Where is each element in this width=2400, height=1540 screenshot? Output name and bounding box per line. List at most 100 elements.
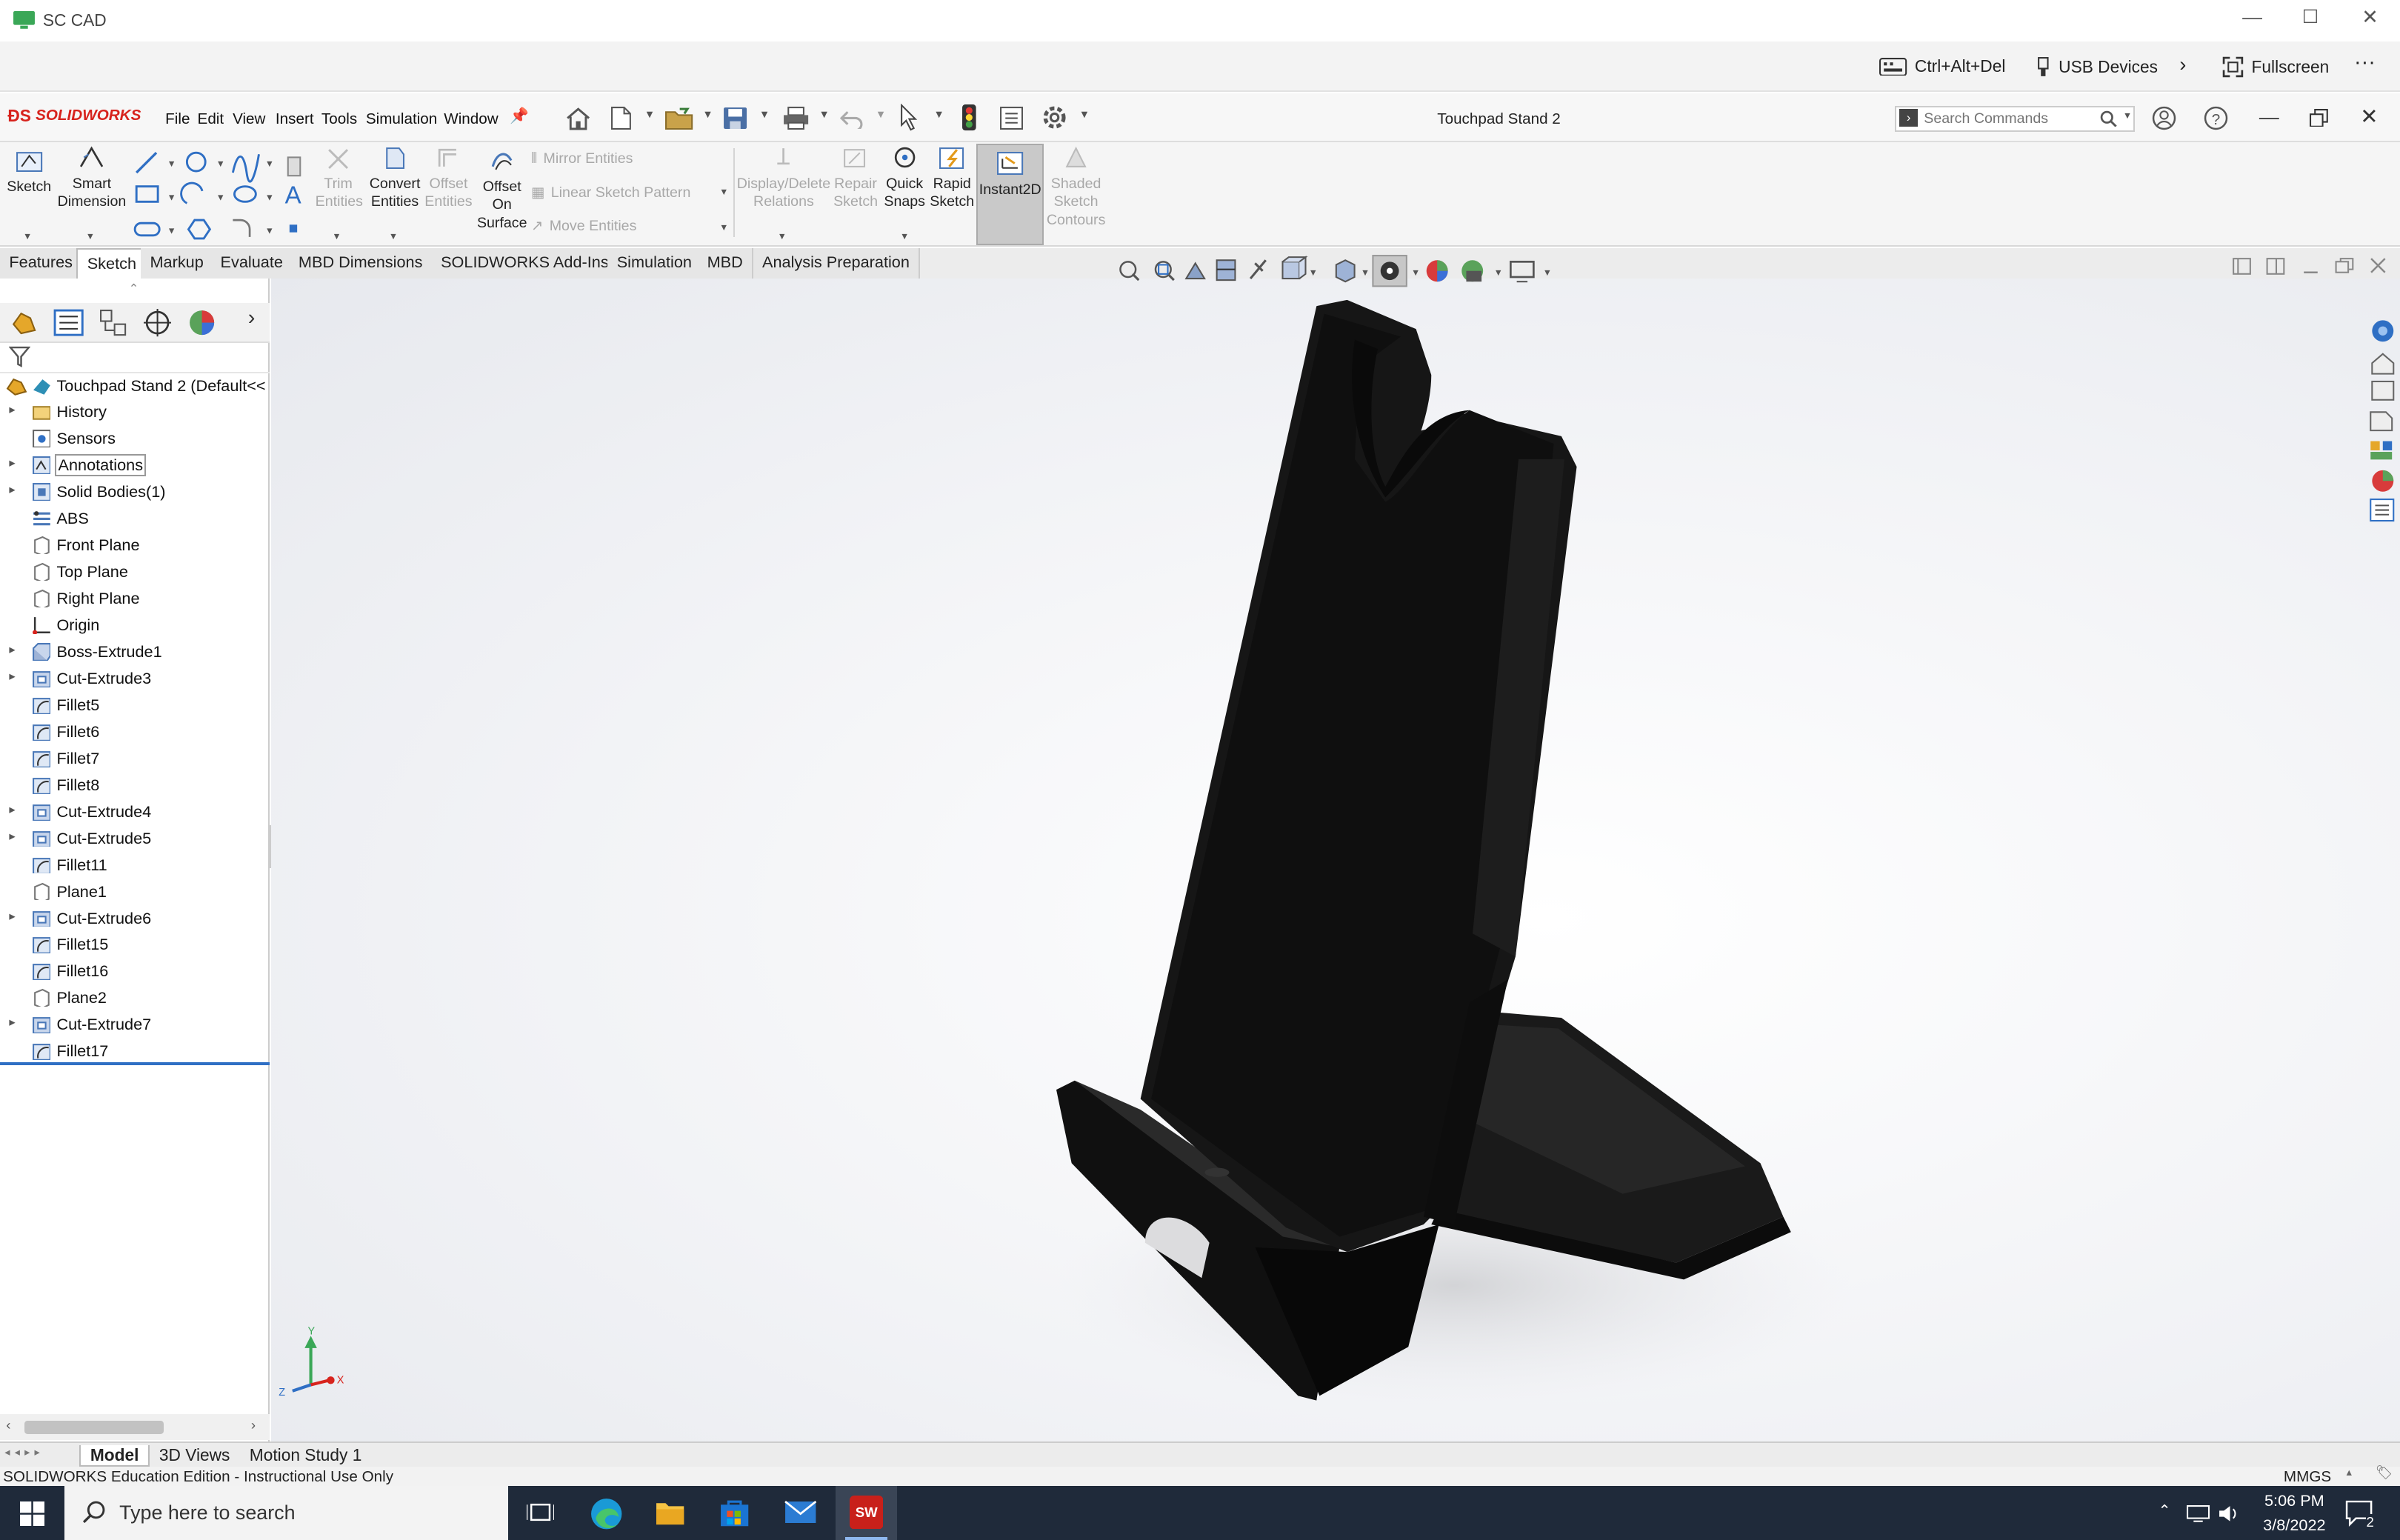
search-commands-field[interactable]: › ▼: [1895, 105, 2136, 132]
restore-window-icon[interactable]: [2310, 108, 2330, 127]
minimize-icon[interactable]: —: [2259, 106, 2279, 129]
new-document-icon[interactable]: [610, 106, 632, 130]
display-delete-relations-button[interactable]: Display/Delete Relations: [736, 145, 831, 211]
design-library-icon[interactable]: [2371, 352, 2395, 375]
user-account-icon[interactable]: [2152, 106, 2176, 130]
viewport-restore-icon[interactable]: [2335, 258, 2353, 273]
search-commands-input[interactable]: [1924, 108, 2093, 129]
mirror-entities-button[interactable]: ⫴ Mirror Entities: [531, 150, 633, 168]
view-orientation-icon[interactable]: [1281, 256, 1308, 280]
dropdown-arrow-icon[interactable]: ▼: [2123, 110, 2132, 121]
tree-item-boss-extrude1[interactable]: ▸ Boss-Extrude1: [0, 639, 270, 665]
fullscreen-button[interactable]: Fullscreen: [2222, 56, 2329, 78]
point-icon[interactable]: [289, 224, 297, 233]
solidworks-taskbar-button[interactable]: SW: [836, 1486, 897, 1540]
print-icon[interactable]: [782, 106, 810, 130]
zoom-to-fit-icon[interactable]: [1119, 261, 1140, 281]
viewport-close-icon[interactable]: [2370, 258, 2386, 273]
rollback-bar[interactable]: [0, 1062, 270, 1066]
dropdown-arrow-icon[interactable]: ▼: [933, 109, 944, 121]
tree-item-fillet11[interactable]: Fillet11: [0, 853, 270, 879]
tree-item-fillet15[interactable]: Fillet15: [0, 932, 270, 958]
smart-dimension-button[interactable]: Smart Dimension: [55, 145, 128, 211]
tab-simulation[interactable]: Simulation: [607, 247, 703, 279]
tab-sketch[interactable]: Sketch: [76, 247, 147, 279]
menu-file[interactable]: File: [165, 110, 190, 128]
taskbar-search-box[interactable]: Type here to search: [64, 1486, 508, 1540]
open-folder-icon[interactable]: [664, 106, 695, 130]
file-properties-icon[interactable]: [999, 106, 1024, 130]
dropdown-arrow-icon[interactable]: ▼: [719, 187, 728, 197]
dropdown-arrow-icon[interactable]: ▼: [759, 109, 770, 121]
usb-devices-button[interactable]: USB Devices: [2036, 56, 2158, 78]
tab-solidworks-add-ins[interactable]: SOLIDWORKS Add-Ins: [431, 247, 620, 279]
split-view-icon[interactable]: [2232, 258, 2251, 275]
spline-icon[interactable]: [231, 154, 260, 184]
save-icon[interactable]: [722, 106, 748, 130]
help-icon[interactable]: ?: [2204, 106, 2228, 130]
tree-item-fillet5[interactable]: Fillet5: [0, 693, 270, 719]
rebuild-traffic-light-icon[interactable]: [961, 104, 977, 131]
appearances-icon[interactable]: [2370, 441, 2393, 459]
property-manager-icon[interactable]: [53, 309, 84, 336]
dropdown-arrow-icon[interactable]: ▼: [778, 231, 787, 241]
tree-root-part[interactable]: Touchpad Stand 2 (Default<<: [0, 373, 270, 399]
expand-arrow-icon[interactable]: ▸: [9, 642, 15, 657]
rectangle-icon[interactable]: [135, 185, 159, 204]
menu-edit[interactable]: Edit: [198, 110, 224, 128]
scroll-left-icon[interactable]: ‹: [6, 1417, 10, 1433]
offset-entities-button[interactable]: Offset Entities: [422, 145, 474, 211]
expand-arrow-icon[interactable]: ▸: [9, 669, 15, 684]
taskbar-time[interactable]: 5:06 PM: [2261, 1491, 2328, 1510]
tree-item-top-plane[interactable]: Top Plane: [0, 559, 270, 585]
tab-mbd-dimensions[interactable]: MBD Dimensions: [289, 247, 433, 279]
more-options-icon[interactable]: ···: [2354, 50, 2376, 75]
unit-system[interactable]: MMGS: [2284, 1468, 2331, 1486]
menu-view[interactable]: View: [233, 110, 265, 128]
tab-model[interactable]: Model: [79, 1444, 150, 1467]
dropdown-arrow-icon[interactable]: ▼: [702, 109, 713, 121]
expand-arrow-icon[interactable]: ▸: [9, 456, 15, 470]
tree-item-cut-extrude5[interactable]: ▸ Cut-Extrude5: [0, 826, 270, 852]
repair-sketch-button[interactable]: Repair Sketch: [833, 145, 879, 211]
dropdown-arrow-icon[interactable]: ▼: [819, 109, 829, 121]
tree-item-abs[interactable]: ABS: [0, 506, 270, 532]
feature-manager-tree-icon[interactable]: [9, 309, 39, 336]
plane-sketch-icon[interactable]: [287, 156, 301, 177]
mail-icon[interactable]: [784, 1500, 817, 1524]
tab-3d-views[interactable]: 3D Views: [150, 1445, 239, 1465]
move-entities-button[interactable]: ↗ Move Entities: [531, 217, 636, 236]
file-explorer-icon[interactable]: [2371, 380, 2395, 401]
tab-features[interactable]: Features: [0, 247, 84, 279]
expand-arrow-icon[interactable]: ▸: [9, 802, 15, 817]
text-icon[interactable]: A: [284, 182, 301, 210]
dropdown-arrow-icon[interactable]: ▼: [719, 222, 728, 233]
taskbar-date[interactable]: 3/8/2022: [2255, 1516, 2334, 1535]
tree-item-front-plane[interactable]: Front Plane: [0, 533, 270, 559]
dropdown-arrow-icon[interactable]: ▼: [389, 231, 398, 241]
dropdown-arrow-icon[interactable]: ▼: [86, 231, 95, 241]
options-gear-icon[interactable]: [1041, 104, 1068, 131]
menu-simulation[interactable]: Simulation: [366, 110, 437, 128]
view-palette-icon[interactable]: [2370, 410, 2393, 431]
solidworks-resources-icon[interactable]: [2372, 319, 2394, 341]
tab-mbd[interactable]: MBD: [698, 247, 754, 279]
tree-item-fillet7[interactable]: Fillet7: [0, 746, 270, 772]
offset-on-surface-button[interactable]: Offset On Surface: [476, 148, 528, 233]
trim-entities-button[interactable]: Trim Entities: [316, 145, 363, 211]
tree-item-fillet17[interactable]: Fillet17: [0, 1039, 270, 1064]
tree-item-origin[interactable]: Origin: [0, 613, 270, 639]
select-cursor-icon[interactable]: [899, 104, 920, 131]
tree-item-cut-extrude7[interactable]: ▸ Cut-Extrude7: [0, 1012, 270, 1038]
expand-arrow-icon[interactable]: ▸: [9, 402, 15, 417]
network-icon[interactable]: [2186, 1504, 2210, 1523]
maximize-window-button[interactable]: ☐: [2302, 6, 2319, 28]
tab-markup[interactable]: Markup: [141, 247, 215, 279]
slot-icon[interactable]: [133, 222, 161, 237]
tab-analysis-preparation[interactable]: Analysis Preparation: [753, 247, 921, 279]
dynamic-annotation-icon[interactable]: [1249, 259, 1267, 280]
solidworks-logo[interactable]: ƉS SOLIDWORKS: [7, 106, 141, 126]
arc-icon[interactable]: [179, 182, 204, 205]
ctrl-alt-del-button[interactable]: Ctrl+Alt+Del: [1879, 56, 2005, 76]
tree-item-plane2[interactable]: Plane2: [0, 985, 270, 1011]
